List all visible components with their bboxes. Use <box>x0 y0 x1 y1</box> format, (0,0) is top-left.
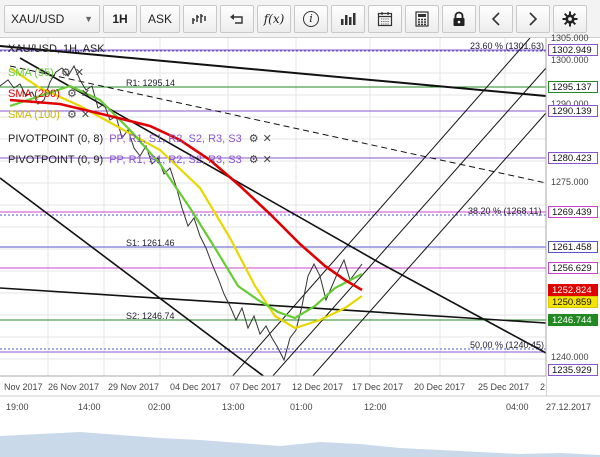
date-axis-label: Nov 2017 <box>4 382 43 392</box>
fib-label-38-2: 38.20 % (1268.11) <box>468 206 542 216</box>
back-icon <box>491 11 500 26</box>
bars-button[interactable] <box>331 4 365 33</box>
calculator-button[interactable] <box>405 4 439 33</box>
settings-button[interactable] <box>553 4 587 33</box>
price-tag: 1261.458 <box>548 241 598 253</box>
date-axis-label: 20 Dec 2017 <box>414 382 466 392</box>
gear-icon <box>562 11 578 26</box>
time-axis-label: 01:00 <box>290 402 313 412</box>
legend-sma-55[interactable]: SMA (55) ⚙ ✕ <box>8 66 84 80</box>
pivot-label-s1: S1: 1261.46 <box>126 238 175 248</box>
gear-icon[interactable]: ⚙ <box>249 154 259 166</box>
gear-icon[interactable]: ⚙ <box>67 109 77 121</box>
lock-icon <box>453 11 465 26</box>
pivot-label-s2: S2: 1246.74 <box>126 311 175 321</box>
price-axis-label: 1240.000 <box>551 352 589 362</box>
price-tag: 1302.949 <box>548 44 598 56</box>
price-tag: 1250.859 <box>548 296 598 308</box>
legend-sma-100-label: SMA (100) <box>8 109 60 121</box>
price-tag: 1246.744 <box>548 314 598 326</box>
time-axis-label: 27.12.2017 <box>546 402 592 412</box>
chart-toolbar: XAU/USD ▼ 1H ASK f(x) i <box>0 0 600 38</box>
bars-icon <box>341 12 356 25</box>
timeframe-button[interactable]: 1H <box>103 4 137 33</box>
date-axis-label: 04 Dec 2017 <box>170 382 222 392</box>
calendar-icon <box>377 11 393 26</box>
date-axis-label: 07 Dec 2017 <box>230 382 282 392</box>
calendar-button[interactable] <box>368 4 402 33</box>
calculator-icon <box>415 10 429 27</box>
draw-tools-button[interactable] <box>183 4 217 33</box>
price-tag: 1280.423 <box>548 152 598 164</box>
legend-sma-55-label: SMA (55) <box>8 67 54 79</box>
undo-button[interactable] <box>220 4 254 33</box>
close-icon[interactable]: ✕ <box>81 109 90 121</box>
legend-pivot-2-parts: PP, R1, S1, R2, S2, R3, S3 <box>109 154 242 166</box>
lock-button[interactable] <box>442 4 476 33</box>
legend-pivot-1-label: PIVOTPOINT (0, 8) <box>8 133 104 145</box>
gear-icon[interactable]: ⚙ <box>61 67 71 79</box>
gear-icon[interactable]: ⚙ <box>249 133 259 145</box>
date-axis-label: 26 Nov 2017 <box>48 382 100 392</box>
close-icon[interactable]: ✕ <box>81 88 90 100</box>
price-chart[interactable]: XAU/USD, 1H, ASK SMA (55) ⚙ ✕ SMA (200) ⚙… <box>0 33 600 457</box>
legend-sma-100[interactable]: SMA (100) ⚙ ✕ <box>8 108 90 122</box>
price-tag: 1290.139 <box>548 105 598 117</box>
forward-button[interactable] <box>516 4 550 33</box>
time-axis-label: 02:00 <box>148 402 171 412</box>
gear-icon[interactable]: ⚙ <box>67 88 77 100</box>
info-button[interactable]: i <box>294 4 328 33</box>
date-axis-label: 29 Nov 2017 <box>108 382 160 392</box>
date-axis-label: 25 Dec 2017 <box>478 382 530 392</box>
legend-pivot-2-label: PIVOTPOINT (0, 9) <box>8 154 104 166</box>
time-axis-label: 19:00 <box>6 402 29 412</box>
time-axis-label: 13:00 <box>222 402 245 412</box>
symbol-select[interactable]: XAU/USD ▼ <box>4 4 100 33</box>
draw-tools-icon <box>192 13 206 24</box>
legend-pivot-1[interactable]: PIVOTPOINT (0, 8) PP, R1, S1, R2, S2, R3… <box>8 132 272 146</box>
chart-header: XAU/USD, 1H, ASK <box>8 43 105 55</box>
price-tag: 1252.824 <box>548 284 598 296</box>
price-axis-label: 1305.000 <box>551 33 589 43</box>
date-axis-label: 2 <box>540 382 546 392</box>
legend-pivot-2[interactable]: PIVOTPOINT (0, 9) PP, R1, S1, R2, S2, R3… <box>8 153 272 167</box>
date-axis-label: 12 Dec 2017 <box>292 382 344 392</box>
pivot-label-r1: R1: 1295.14 <box>126 78 176 88</box>
function-icon: f(x) <box>263 11 285 26</box>
close-icon[interactable]: ✕ <box>75 67 84 79</box>
date-axis-label: 17 Dec 2017 <box>352 382 404 392</box>
symbol-label: XAU/USD <box>11 11 65 26</box>
price-side-button[interactable]: ASK <box>140 4 180 33</box>
fib-label-50: 50.00 % (1240.45) <box>470 340 545 350</box>
price-tag: 1256.629 <box>548 262 598 274</box>
back-button[interactable] <box>479 4 513 33</box>
undo-icon <box>230 13 243 24</box>
function-button[interactable]: f(x) <box>257 4 291 33</box>
price-axis-label: 1275.000 <box>551 177 589 187</box>
legend-pivot-1-parts: PP, R1, S1, R2, S2, R3, S3 <box>109 133 242 145</box>
legend-sma-200[interactable]: SMA (200) ⚙ ✕ <box>8 87 90 101</box>
price-tag: 1235.929 <box>548 364 598 376</box>
time-axis-label: 14:00 <box>78 402 101 412</box>
fib-label-23-6: 23.60 % (1301.63) <box>470 41 545 51</box>
info-icon: i <box>303 10 319 27</box>
forward-icon <box>529 11 538 26</box>
time-axis-label: 04:00 <box>506 402 529 412</box>
price-tag: 1269.439 <box>548 206 598 218</box>
time-axis-label: 12:00 <box>364 402 387 412</box>
chevron-down-icon: ▼ <box>84 13 93 24</box>
close-icon[interactable]: ✕ <box>263 154 272 166</box>
legend-sma-200-label: SMA (200) <box>8 88 60 100</box>
close-icon[interactable]: ✕ <box>263 133 272 145</box>
price-tag: 1295.137 <box>548 81 598 93</box>
